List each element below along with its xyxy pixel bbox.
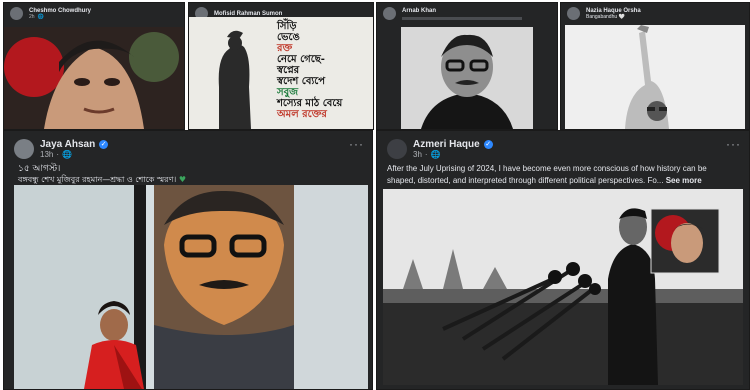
poem-line: সিঁড়ি: [277, 21, 297, 32]
author-name[interactable]: Azmeri Haque: [413, 139, 480, 150]
post-card-3: Arnab Khan: [376, 2, 558, 130]
avatar[interactable]: [14, 139, 34, 159]
avatar[interactable]: [10, 7, 23, 20]
post-body: After the July Uprising of 2024, I have …: [387, 163, 737, 187]
post-header: Arnab Khan: [377, 3, 557, 24]
post-image[interactable]: [383, 189, 743, 385]
post-card-6: Azmeri Haque ✓ 3h · 🌐 ··· After the July U…: [376, 130, 750, 390]
avatar[interactable]: [387, 139, 407, 159]
post-header: Cheshmo Chowdhury 2h 🌐: [4, 3, 184, 24]
post-time[interactable]: 2h 🌐: [29, 14, 91, 20]
post-image[interactable]: [14, 185, 368, 389]
post-body-placeholder: [402, 16, 522, 20]
verified-badge-icon: ✓: [483, 140, 493, 149]
post-image[interactable]: [4, 27, 184, 129]
time-text[interactable]: 2h: [29, 14, 35, 20]
bw-portrait-graphic: [401, 27, 533, 129]
poem-line: অমল রক্তের: [277, 109, 327, 120]
post-header: Jaya Ahsan ✓ 13h · 🌐: [4, 135, 372, 163]
post-body: Bangabandhu 🤍: [586, 13, 625, 20]
more-options-icon[interactable]: ···: [726, 137, 741, 151]
author-name[interactable]: Jaya Ahsan: [40, 139, 95, 150]
globe-icon: 🌐: [430, 150, 441, 159]
poem-line: শস্যের মাঠ বেয়ে: [277, 98, 343, 109]
post-header: Azmeri Haque ✓ 3h · 🌐: [377, 135, 749, 163]
poem-text: সিঁড়ি ভেঙে রক্ত নেমে গেছে- স্বপ্নের স্ব…: [277, 21, 371, 120]
post-image[interactable]: [401, 27, 533, 129]
avatar[interactable]: [383, 7, 396, 20]
post-time[interactable]: 3h · 🌐: [413, 150, 493, 159]
post-body-text: বঙ্গবন্ধু শেখ মুজিবুর রহমান—শ্রদ্ধা ও শো…: [18, 175, 177, 184]
time-text[interactable]: 3h: [413, 150, 422, 159]
poem-line: ভেঙে: [277, 32, 300, 43]
post-card-5: Jaya Ahsan ✓ 13h · 🌐 ··· ১৫ আগস্ট। বঙ্গবন্…: [3, 130, 373, 390]
post-body-text: After the July Uprising of 2024, I have …: [387, 164, 707, 185]
post-card-2: Mofisid Rahman Sumon সিঁড়ি ভেঙে রক্ত নে…: [188, 2, 374, 130]
time-text[interactable]: 13h: [40, 150, 53, 159]
mosaic-scene-graphic: [14, 185, 368, 389]
post-card-4: Nazia Haque Orsha Bangabandhu 🤍: [560, 2, 750, 130]
poem-line: স্বপ্নের: [277, 65, 300, 76]
speech-photo-graphic: [383, 189, 743, 385]
post-image[interactable]: [565, 25, 745, 129]
poem-line: রক্ত: [277, 43, 293, 54]
dot-separator: ·: [424, 150, 428, 159]
globe-icon: 🌐: [37, 13, 44, 20]
portrait-painting-graphic: [4, 27, 184, 129]
more-options-icon[interactable]: ···: [349, 137, 364, 151]
post-card-1: Cheshmo Chowdhury 2h 🌐: [3, 2, 185, 130]
dot-separator: ·: [56, 150, 60, 159]
author-name[interactable]: Arnab Khan: [402, 8, 522, 14]
verified-badge-icon: ✓: [99, 140, 109, 149]
post-header: Nazia Haque Orsha Bangabandhu 🤍: [561, 3, 749, 24]
see-more-link[interactable]: See more: [666, 176, 702, 185]
poem-line: সবুজ: [277, 87, 299, 98]
poem-line: নেমে গেছে-: [277, 54, 325, 65]
post-time[interactable]: 13h · 🌐: [40, 150, 108, 159]
sketch-graphic: [565, 25, 745, 129]
green-heart-icon: ♥: [178, 175, 186, 184]
post-image[interactable]: সিঁড়ি ভেঙে রক্ত নেমে গেছে- স্বপ্নের স্ব…: [189, 17, 373, 129]
avatar[interactable]: [567, 7, 580, 20]
author-name[interactable]: Mofisid Rahman Sumon: [214, 11, 282, 17]
poem-line: স্বদেশ ব্যেপে: [277, 76, 326, 87]
globe-icon: 🌐: [62, 150, 72, 159]
